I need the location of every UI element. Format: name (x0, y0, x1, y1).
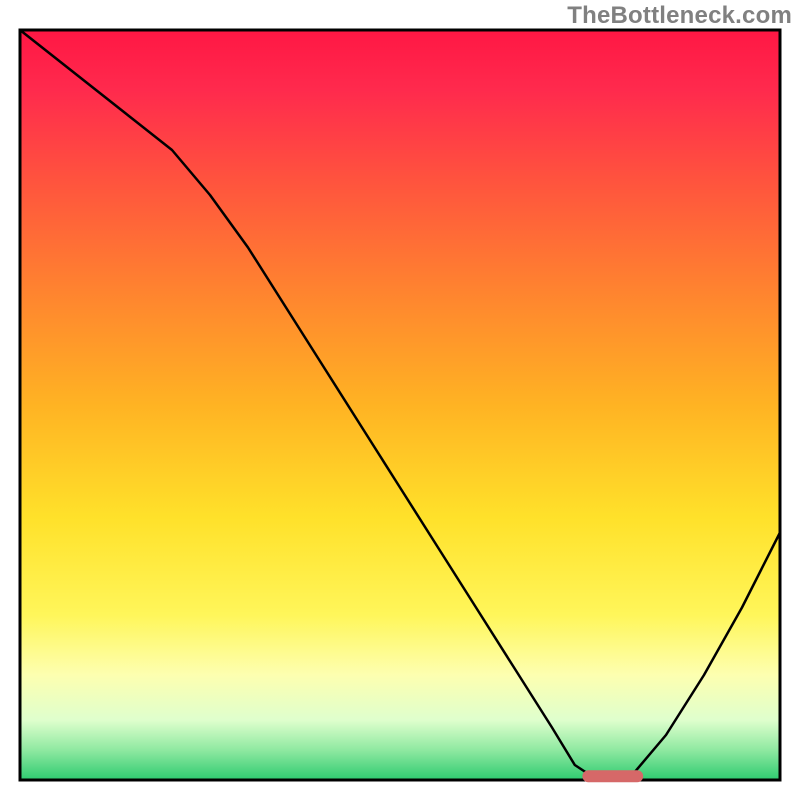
chart-container: TheBottleneck.com (0, 0, 800, 800)
watermark-text: TheBottleneck.com (567, 2, 792, 30)
plot-background (20, 30, 780, 780)
sweet-spot-bar (582, 770, 643, 782)
bottleneck-chart (0, 0, 800, 800)
